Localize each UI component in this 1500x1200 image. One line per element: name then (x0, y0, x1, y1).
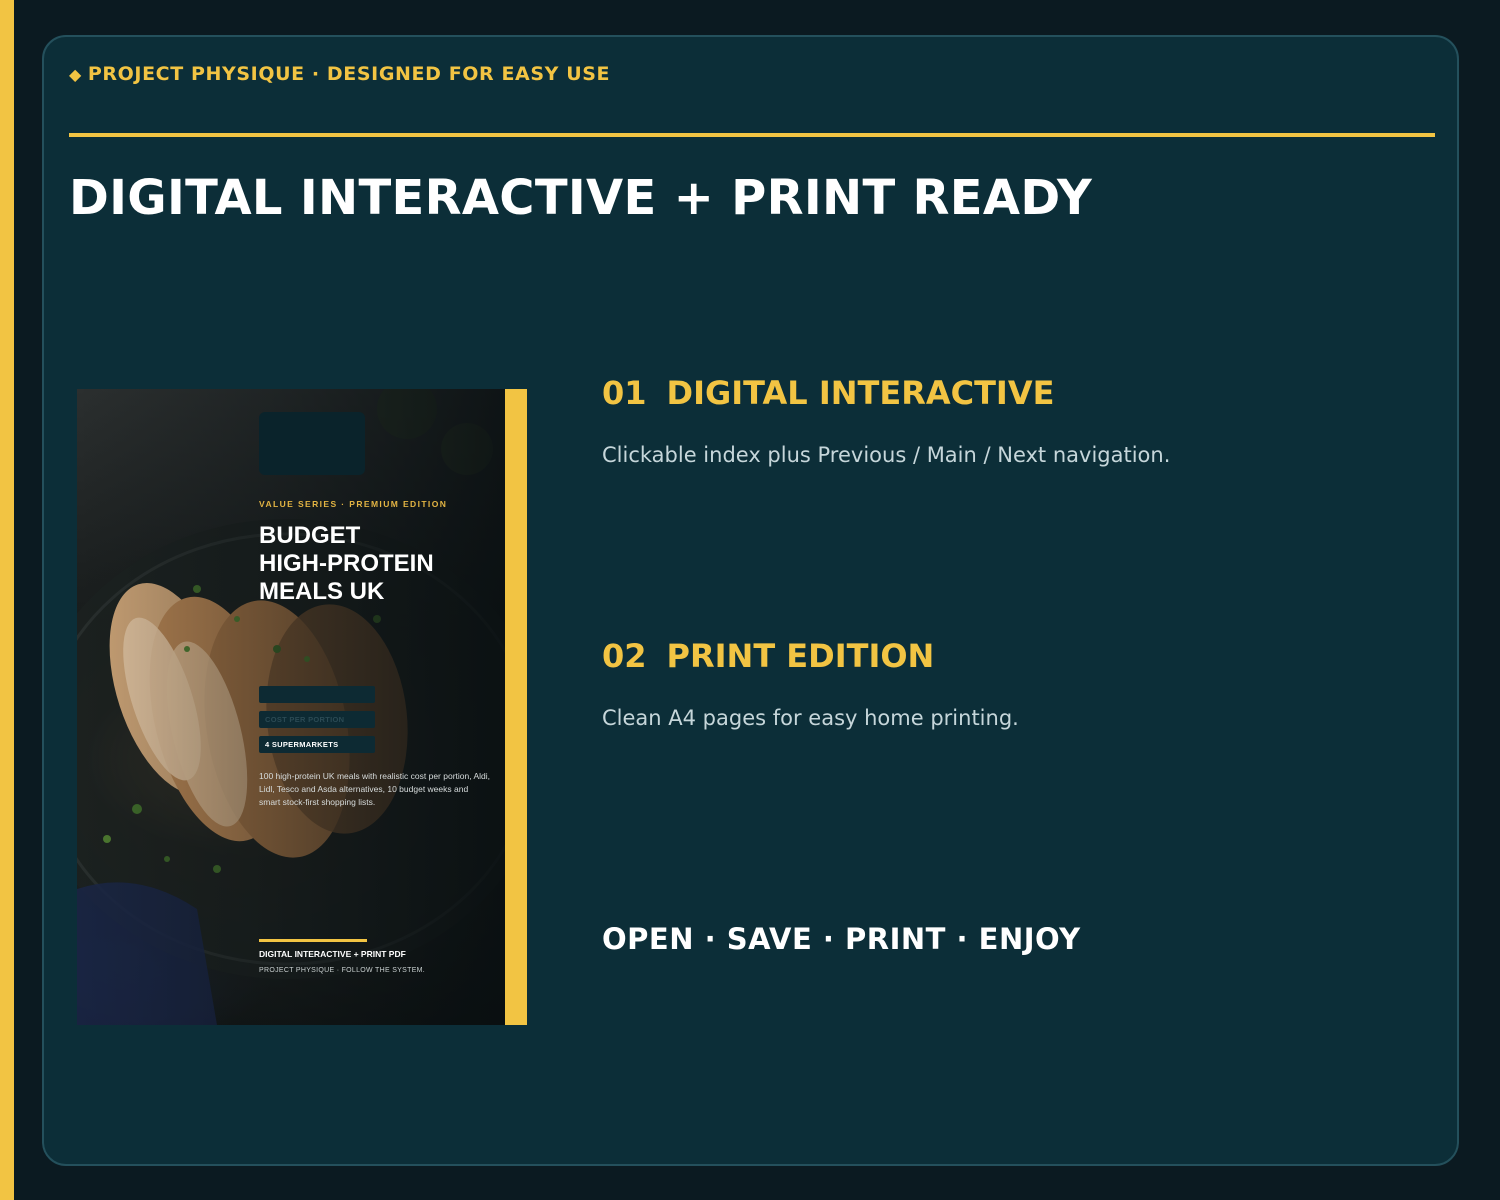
page-title: DIGITAL INTERACTIVE + PRINT READY (69, 170, 1093, 226)
diamond-icon: ◆ (69, 65, 82, 84)
cover-chip: 4 SUPERMARKETS (259, 736, 375, 753)
cover-chip: COST PER PORTION (259, 711, 375, 728)
left-accent-stripe (0, 0, 14, 1200)
cover-brand-label: PROJECT PHYSIQUE · FOLLOW THE SYSTEM. (259, 967, 426, 974)
product-cover: VALUE SERIES · PREMIUM EDITION BUDGET HI… (77, 389, 527, 1025)
cover-chip (259, 686, 375, 703)
feature-description: Clean A4 pages for easy home printing. (602, 706, 1019, 730)
cover-title-line: BUDGET (259, 522, 361, 549)
cover-title-line: HIGH-PROTEIN (259, 550, 434, 577)
feature-heading: 01 DIGITAL INTERACTIVE (602, 374, 1054, 412)
eyebrow: ◆ PROJECT PHYSIQUE · DESIGNED FOR EASY US… (69, 63, 610, 85)
cover-accent-bar (259, 939, 367, 942)
cover-title: BUDGET HIGH-PROTEIN MEALS UK (259, 522, 479, 606)
tagline: OPEN · SAVE · PRINT · ENJOY (602, 922, 1081, 956)
feature-heading: 02 PRINT EDITION (602, 637, 934, 675)
feature-description: Clickable index plus Previous / Main / N… (602, 443, 1171, 467)
cover-logo-box (259, 412, 365, 475)
eyebrow-text: PROJECT PHYSIQUE · DESIGNED FOR EASY USE (87, 63, 611, 85)
feature-number: 02 (602, 637, 647, 675)
cover-title-line: MEALS UK (259, 578, 385, 605)
cover-accent-strip (505, 389, 527, 1025)
accent-divider (69, 133, 1435, 137)
feature-number: 01 (602, 374, 647, 412)
cover-series-label: VALUE SERIES · PREMIUM EDITION (259, 499, 448, 509)
promo-card: ◆ PROJECT PHYSIQUE · DESIGNED FOR EASY US… (42, 35, 1459, 1166)
cover-description: 100 high-protein UK meals with realistic… (259, 771, 491, 807)
cover-format-label: DIGITAL INTERACTIVE + PRINT PDF (259, 949, 406, 959)
cover-shade-overlay (77, 389, 505, 1025)
feature-title: DIGITAL INTERACTIVE (666, 374, 1055, 412)
feature-title: PRINT EDITION (666, 637, 935, 675)
